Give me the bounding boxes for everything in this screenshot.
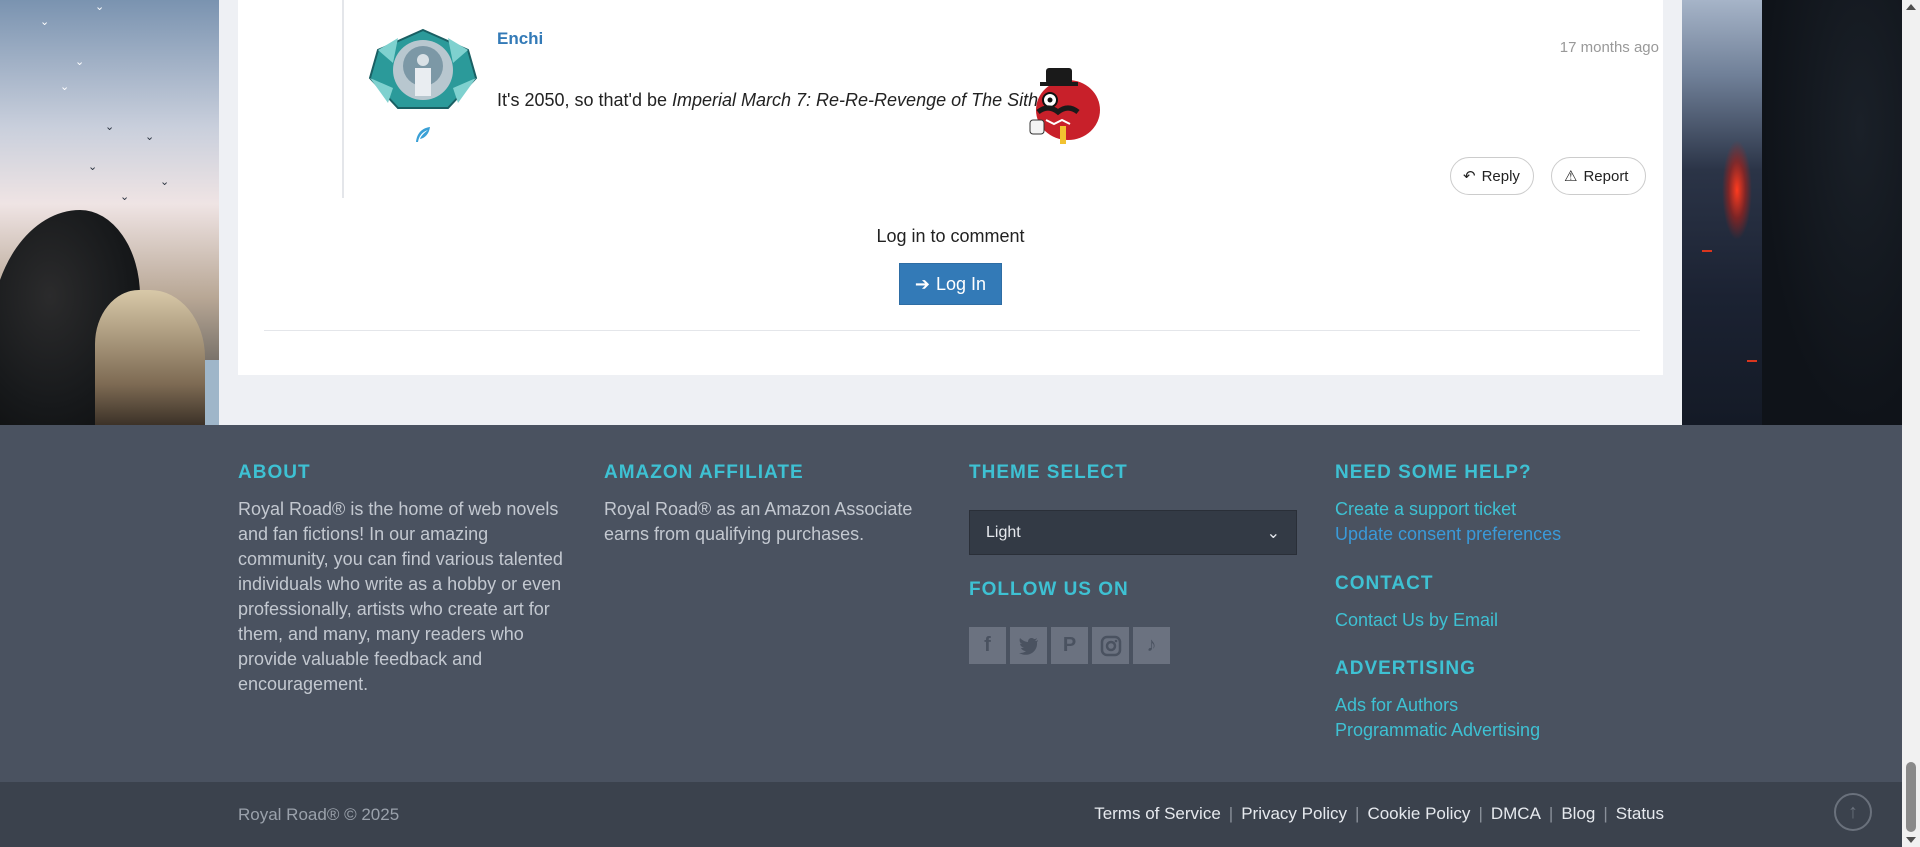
footer-bottom-bar: Royal Road® © 2025 Terms of Service | Pri… [0, 782, 1902, 847]
bird-icon: ⌄ [88, 161, 98, 173]
comment-author-link[interactable]: Enchi [497, 29, 543, 49]
blog-link[interactable]: Blog [1561, 804, 1595, 824]
avatar[interactable] [368, 28, 478, 113]
theme-select-dropdown[interactable]: Light ⌄ [969, 510, 1297, 555]
left-background-art: ⌄ ⌄ ⌄ ⌄ ⌄ ⌄ ⌄ ⌄ ⌄ [0, 0, 219, 425]
scroll-to-top-button[interactable]: ↑ [1834, 793, 1872, 831]
divider [264, 330, 1640, 331]
tiktok-icon[interactable]: ♪ [1133, 627, 1170, 664]
amazon-heading: AMAZON AFFILIATE [604, 462, 804, 483]
terms-link[interactable]: Terms of Service [1094, 804, 1221, 824]
chevron-down-icon: ⌄ [1266, 524, 1280, 542]
warning-icon: ⚠ [1564, 168, 1578, 185]
ember-shape [1747, 360, 1757, 362]
about-text: Royal Road® is the home of web novels an… [238, 499, 563, 694]
theme-heading: THEME SELECT [969, 462, 1128, 483]
comment-text-plain: It's 2050, so that'd be [497, 90, 672, 110]
pinterest-icon[interactable]: P [1051, 627, 1088, 664]
page-scrollbar[interactable] [1902, 0, 1920, 847]
login-button-label: Log In [936, 273, 987, 294]
follow-heading: FOLLOW US ON [969, 579, 1129, 600]
comment-text-italic: Imperial March 7: Re-Re-Revenge of The S… [672, 90, 1039, 110]
facebook-icon[interactable]: f [969, 627, 1006, 664]
scrollbar-thumb[interactable] [1906, 762, 1916, 832]
bird-icon: ⌄ [120, 191, 130, 203]
site-footer: ABOUT Royal Road® is the home of web nov… [0, 425, 1902, 782]
copyright-text: Royal Road® © 2025 [238, 805, 400, 824]
separator: | [1548, 804, 1554, 823]
login-button[interactable]: ➔ Log In [899, 263, 1002, 305]
privacy-link[interactable]: Privacy Policy [1241, 804, 1347, 824]
emote-image [1029, 68, 1100, 144]
bird-icon: ⌄ [75, 56, 85, 68]
trees-shape [1762, 0, 1902, 425]
reply-label: Reply [1481, 167, 1520, 185]
programmatic-advertising-link[interactable]: Programmatic Advertising [1335, 718, 1540, 743]
scroll-down-arrow-icon[interactable] [1906, 837, 1916, 843]
legal-links: Terms of Service | Privacy Policy | Cookie… [1094, 804, 1664, 824]
instagram-icon[interactable] [1092, 627, 1129, 664]
comment-timestamp: 17 months ago [1559, 39, 1659, 56]
theme-selected-value: Light [986, 523, 1021, 541]
comments-card: Enchi 17 months ago It's 2050, so that'd… [238, 0, 1663, 375]
cookie-policy-link[interactable]: Cookie Policy [1367, 804, 1470, 824]
right-background-art [1682, 0, 1902, 425]
bird-icon: ⌄ [160, 176, 170, 188]
report-label: Report [1583, 167, 1629, 185]
dmca-link[interactable]: DMCA [1491, 804, 1541, 824]
content-area: Enchi 17 months ago It's 2050, so that'd… [219, 0, 1682, 425]
contact-email-link[interactable]: Contact Us by Email [1335, 608, 1498, 633]
ember-shape [1702, 250, 1712, 252]
bird-icon: ⌄ [145, 131, 155, 143]
ads-for-authors-link[interactable]: Ads for Authors [1335, 693, 1458, 718]
bird-icon: ⌄ [40, 16, 50, 28]
separator: | [1355, 804, 1360, 823]
comment-item: Enchi 17 months ago It's 2050, so that'd… [342, 0, 1662, 198]
consent-preferences-link[interactable]: Update consent preferences [1335, 522, 1561, 547]
reply-button[interactable]: ↶ Reply [1450, 157, 1534, 195]
separator: | [1478, 804, 1483, 823]
help-heading: NEED SOME HELP? [1335, 462, 1532, 483]
bird-icon: ⌄ [60, 81, 70, 93]
bird-icon: ⌄ [105, 121, 115, 133]
sign-in-icon: ➔ [914, 273, 931, 294]
comment-text: It's 2050, so that'd be Imperial March 7… [497, 90, 1043, 111]
about-heading: ABOUT [238, 462, 311, 483]
bird-icon: ⌄ [95, 1, 105, 13]
contact-heading: CONTACT [1335, 573, 1434, 594]
reply-icon: ↶ [1463, 168, 1476, 185]
login-prompt: Log in to comment [876, 226, 1025, 246]
report-button[interactable]: ⚠ Report [1551, 157, 1646, 195]
rock-arch-shape [95, 290, 205, 425]
twitter-icon[interactable] [1010, 627, 1047, 664]
quill-badge-icon [414, 126, 432, 149]
scroll-up-arrow-icon[interactable] [1906, 4, 1916, 10]
separator: | [1228, 804, 1234, 823]
status-link[interactable]: Status [1616, 804, 1664, 824]
support-ticket-link[interactable]: Create a support ticket [1335, 497, 1516, 522]
amazon-text: Royal Road® as an Amazon Associate earns… [604, 499, 913, 544]
separator: | [1603, 804, 1608, 823]
advertising-heading: ADVERTISING [1335, 658, 1476, 679]
fire-glow-shape [1722, 140, 1752, 240]
arrow-up-icon: ↑ [1848, 800, 1858, 823]
